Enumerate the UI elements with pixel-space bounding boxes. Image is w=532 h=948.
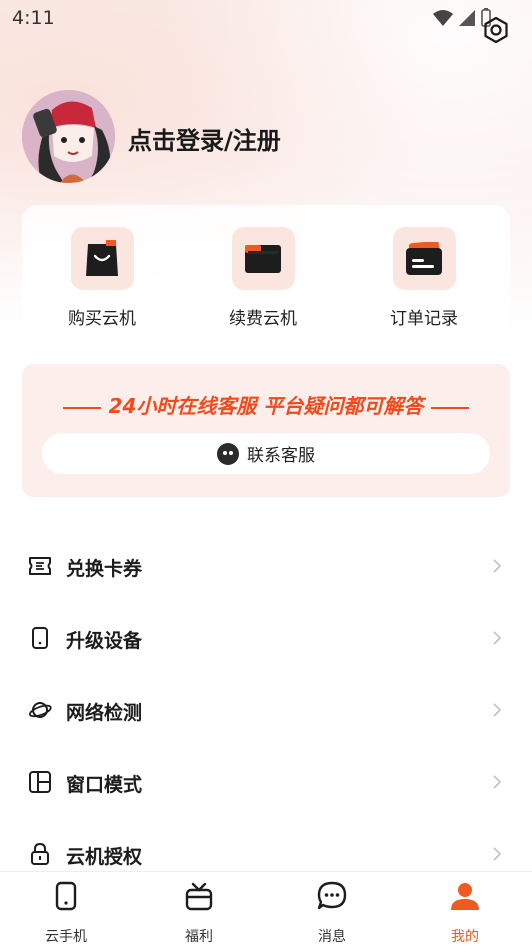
service-title: 24小时在线客服 平台疑问都可解答 [22, 390, 510, 419]
status-time: 4:11 [12, 7, 55, 29]
signal-icon [459, 10, 475, 26]
customer-service-card: 24小时在线客服 平台疑问都可解答 联系客服 [22, 364, 510, 497]
nav-cloud-phone[interactable]: 云手机 [26, 880, 106, 948]
avatar[interactable] [22, 90, 115, 183]
dash-right [431, 406, 470, 409]
orders-label: 订单记录 [390, 309, 458, 329]
nav-label: 云手机 [45, 929, 87, 945]
menu-network-check[interactable]: 网络检测 [0, 674, 532, 746]
menu-window-mode[interactable]: 窗口模式 [0, 746, 532, 818]
user-icon [451, 883, 479, 910]
login-register-link[interactable]: 点击登录/注册 [128, 121, 281, 156]
chevron-right-icon [493, 847, 502, 861]
nav-benefits[interactable]: 福利 [159, 880, 239, 948]
bottom-nav: 云手机 福利 消息 我的 [0, 871, 532, 948]
menu-label: 升级设备 [66, 630, 143, 652]
menu-upgrade-device[interactable]: 升级设备 [0, 602, 532, 674]
menu-redeem-coupon[interactable]: 兑换卡券 [0, 530, 532, 602]
shopping-bag-icon [86, 239, 118, 276]
chevron-right-icon [493, 631, 502, 645]
menu-label: 网络检测 [66, 702, 143, 724]
menu-label: 兑换卡券 [66, 558, 143, 580]
bot-icon [217, 442, 239, 465]
buy-label: 购买云机 [68, 309, 136, 329]
orders-tile [392, 227, 456, 290]
window-layout-icon [29, 771, 51, 793]
status-bar: 4:11 [0, 0, 532, 36]
menu-label: 窗口模式 [66, 774, 143, 796]
nav-label: 福利 [185, 929, 213, 945]
nav-label: 我的 [451, 929, 479, 945]
phone-icon [32, 627, 48, 649]
card-icon [406, 241, 442, 275]
chat-icon [317, 881, 347, 910]
ticket-icon [29, 557, 51, 575]
renew-label: 续费云机 [229, 309, 297, 329]
renew-tile [231, 227, 295, 290]
nav-messages[interactable]: 消息 [292, 880, 372, 948]
contact-service-label: 联系客服 [247, 446, 315, 466]
order-records-button[interactable]: 订单记录 [364, 227, 484, 329]
chevron-right-icon [493, 775, 502, 789]
lock-icon [31, 842, 49, 865]
nav-mine[interactable]: 我的 [425, 880, 505, 948]
gift-icon [185, 882, 213, 911]
buy-tile [70, 227, 134, 290]
wifi-icon [433, 10, 453, 26]
settings-icon[interactable] [482, 16, 510, 44]
planet-icon [29, 702, 52, 718]
service-title-text: 24小时在线客服 平台疑问都可解答 [108, 394, 424, 418]
nav-label: 消息 [318, 929, 346, 945]
quick-actions-card: 购买云机 续费云机 订单记录 [22, 205, 510, 331]
avatar-illustration [22, 90, 115, 183]
folder-wallet-icon [245, 244, 281, 273]
chevron-right-icon [493, 703, 502, 717]
renew-cloud-phone-button[interactable]: 续费云机 [203, 227, 323, 329]
contact-service-button[interactable]: 联系客服 [42, 433, 490, 474]
buy-cloud-phone-button[interactable]: 购买云机 [42, 227, 162, 329]
menu-label: 云机授权 [66, 846, 143, 868]
phone-icon [55, 881, 77, 911]
chevron-right-icon [493, 559, 502, 573]
dash-left [62, 406, 101, 409]
